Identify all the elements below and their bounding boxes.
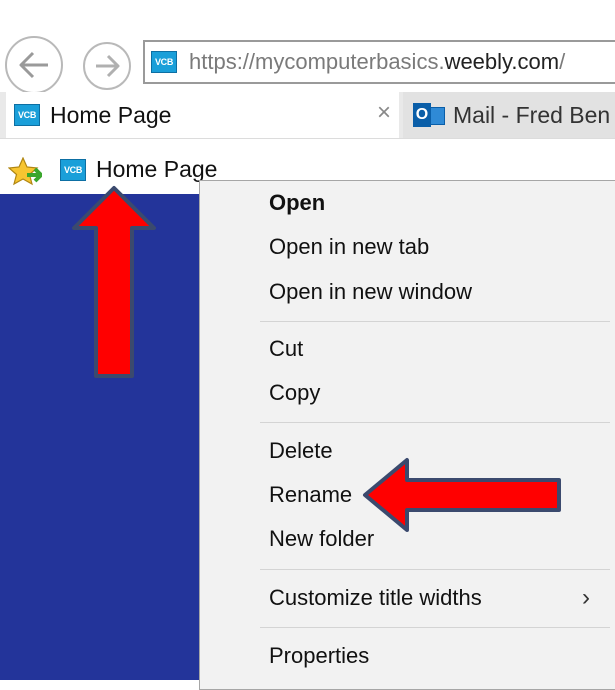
- url-suffix: /: [559, 49, 566, 74]
- tab-mail[interactable]: O Mail - Fred Ben: [403, 92, 615, 138]
- tab-title: Mail - Fred Ben: [453, 101, 611, 128]
- menu-separator: [260, 321, 610, 322]
- menu-item-copy[interactable]: Copy: [200, 373, 615, 413]
- submenu-chevron-icon: ›: [582, 584, 590, 611]
- favorite-favicon-icon: VCB: [60, 158, 86, 181]
- menu-item-open-new-window[interactable]: Open in new window: [200, 272, 615, 312]
- url-prefix: https://: [189, 49, 256, 74]
- menu-item-open[interactable]: Open: [200, 183, 615, 223]
- tab-favicon-icon: VCB: [14, 104, 40, 126]
- context-menu: Open Open in new tab Open in new window …: [199, 180, 615, 690]
- menu-item-customize-title-widths[interactable]: Customize title widths ›: [200, 578, 615, 618]
- tab-title: Home Page: [50, 101, 172, 128]
- annotation-up-arrow-icon: [72, 186, 156, 378]
- close-tab-icon[interactable]: ×: [377, 101, 391, 125]
- forward-button[interactable]: [83, 42, 131, 90]
- outlook-icon: O: [413, 102, 445, 128]
- menu-separator: [260, 569, 610, 570]
- tab-strip: VCB Home Page × O Mail - Fred Ben: [0, 92, 615, 138]
- favorites-item-home-page[interactable]: VCB Home Page: [60, 156, 217, 183]
- back-button[interactable]: [5, 36, 63, 94]
- menu-item-open-new-tab[interactable]: Open in new tab: [200, 227, 615, 267]
- add-favorite-star-icon[interactable]: [8, 157, 42, 187]
- url-text: https://mycomputerbasics.weebly.com/: [189, 49, 565, 75]
- address-bar[interactable]: VCB https://mycomputerbasics.weebly.com/: [143, 40, 615, 84]
- menu-item-properties[interactable]: Properties: [200, 636, 615, 676]
- menu-item-label: Customize title widths: [269, 585, 482, 610]
- site-favicon-icon: VCB: [151, 51, 177, 73]
- menu-separator: [260, 627, 610, 628]
- back-arrow-icon: [19, 51, 48, 79]
- menu-item-cut[interactable]: Cut: [200, 329, 615, 369]
- url-domain-part1: mycomputerbasics.: [255, 49, 445, 74]
- menu-separator: [260, 422, 610, 423]
- tab-home-page[interactable]: VCB Home Page ×: [6, 92, 399, 138]
- browser-toolbar: VCB https://mycomputerbasics.weebly.com/: [0, 0, 615, 94]
- forward-arrow-icon: [96, 54, 120, 78]
- annotation-left-arrow-icon: [363, 458, 561, 532]
- favorite-label: Home Page: [96, 156, 218, 182]
- url-domain-part2: weebly.com: [444, 49, 560, 74]
